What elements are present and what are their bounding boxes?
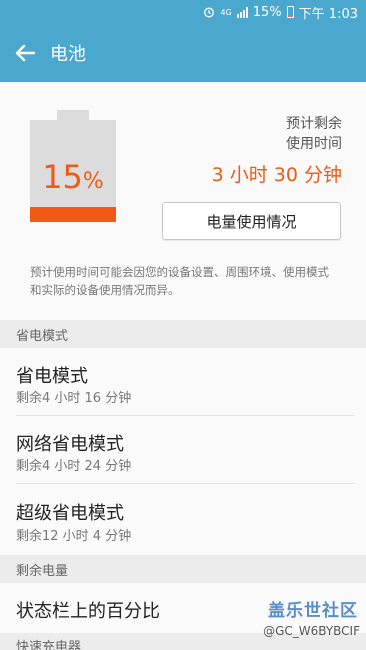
list-item-power-saving[interactable]: 省电模式 剩余4 小时 16 分钟 bbox=[0, 348, 366, 416]
item-title: 超级省电模式 bbox=[16, 503, 124, 524]
battery-icon bbox=[286, 6, 294, 18]
item-title: 网络省电模式 bbox=[16, 434, 124, 455]
list-item-network-power-saving[interactable]: 网络省电模式 剩余4 小时 24 分钟 bbox=[0, 416, 366, 484]
status-battery-percent: 15% bbox=[252, 4, 282, 20]
section-header-remaining-power: 剩余电量 bbox=[0, 555, 366, 583]
estimate-time: 3 小时 30 分钟 bbox=[211, 164, 342, 186]
status-time: 下午 1:03 bbox=[298, 6, 358, 22]
battery-fill bbox=[30, 206, 116, 222]
signal-icon bbox=[236, 6, 248, 18]
battery-estimate-note: 预计使用时间可能会因您的设备设置、周围环境、使用模式和实际的设备使用情况而异。 bbox=[30, 265, 329, 297]
back-arrow-icon[interactable] bbox=[2, 24, 48, 82]
item-subtitle: 剩余12 小时 4 分钟 bbox=[16, 529, 132, 544]
battery-card: 15% 预计剩余 使用时间 3 小时 30 分钟 电量使用情况 预计使用时间可能… bbox=[0, 82, 366, 320]
page-title: 电池 bbox=[50, 44, 86, 65]
watermark-user-id: @GC_W6BYBCIF bbox=[263, 624, 360, 638]
battery-percent-label: 15% bbox=[30, 158, 116, 196]
battery-usage-button[interactable]: 电量使用情况 bbox=[162, 202, 341, 240]
network-type-label: 4G bbox=[220, 7, 232, 17]
item-subtitle: 剩余4 小时 16 分钟 bbox=[16, 391, 132, 406]
estimate-label-line2: 使用时间 bbox=[286, 136, 342, 152]
status-bar: 4G 15% 下午 1:03 bbox=[0, 0, 366, 24]
battery-percent-sign: % bbox=[82, 169, 104, 194]
item-title: 省电模式 bbox=[16, 366, 88, 387]
app-bar: 电池 bbox=[0, 24, 366, 82]
battery-percent-number: 15 bbox=[42, 158, 83, 196]
item-title: 状态栏上的百分比 bbox=[16, 601, 160, 622]
battery-cap bbox=[57, 110, 89, 120]
community-watermark-logo: 盖乐世社区 bbox=[268, 601, 358, 621]
alarm-clock-icon bbox=[203, 6, 215, 18]
estimate-label: 预计剩余 使用时间 bbox=[222, 114, 342, 154]
list-item-ultra-power-saving[interactable]: 超级省电模式 剩余12 小时 4 分钟 bbox=[0, 484, 366, 555]
section-header-power-saving: 省电模式 bbox=[0, 320, 366, 348]
item-subtitle: 剩余4 小时 24 分钟 bbox=[16, 459, 132, 474]
estimate-label-line1: 预计剩余 bbox=[286, 116, 342, 132]
battery-body: 15% bbox=[30, 120, 116, 222]
battery-level-graphic: 15% bbox=[30, 110, 116, 222]
